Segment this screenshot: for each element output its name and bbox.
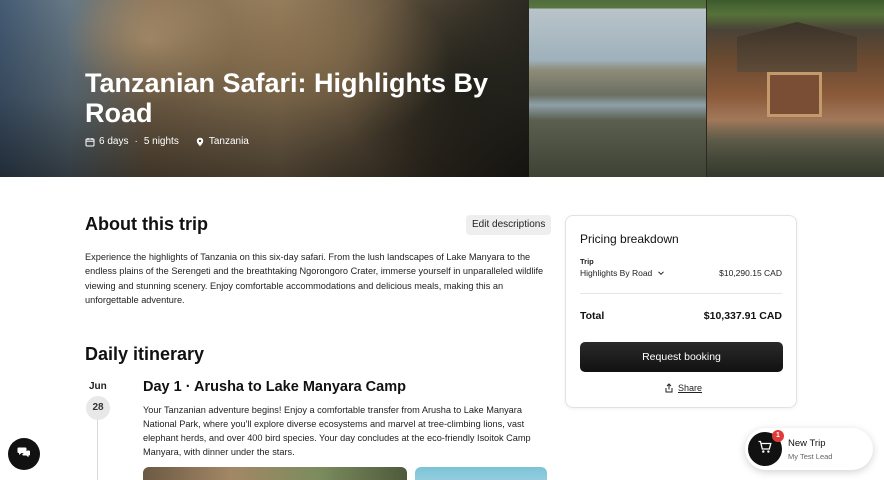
trip-meta: 6 days · 5 nights Tanzania [85, 136, 249, 147]
day-photo-2[interactable] [415, 467, 547, 480]
cart-icon [757, 439, 773, 460]
chevron-down-icon [657, 269, 665, 277]
total-value: $10,337.91 CAD [703, 310, 782, 322]
hero-image-camp[interactable] [707, 0, 884, 177]
about-description: Experience the highlights of Tanzania on… [85, 252, 544, 305]
trip-cart-widget[interactable]: 1 New Trip My Test Lead [745, 428, 873, 470]
trip-price: $10,290.15 CAD [719, 268, 782, 278]
hero-banner: Tanzanian Safari: Highlights By Road 6 d… [0, 0, 884, 177]
trip-nights: 5 nights [143, 136, 179, 147]
share-icon [664, 383, 674, 393]
itinerary-heading: Daily itinerary [85, 344, 205, 364]
meta-separator: · [134, 136, 138, 147]
day-month: Jun [89, 381, 107, 392]
divider [580, 293, 782, 294]
page-title: Tanzanian Safari: Highlights By Road [85, 68, 489, 128]
trip-days: 6 days [99, 136, 129, 147]
hero-image-lake[interactable] [529, 0, 706, 177]
trip-selector[interactable]: Highlights By Road [580, 268, 665, 278]
day-title: Day 1 · Arusha to Lake Manyara Camp [143, 379, 406, 395]
day-photo-1[interactable] [143, 467, 407, 480]
request-booking-button[interactable]: Request booking [580, 342, 783, 372]
total-label: Total [580, 310, 605, 322]
pricing-card: Pricing breakdown Trip Highlights By Roa… [565, 215, 797, 408]
calendar-icon [85, 137, 95, 147]
chat-icon [17, 445, 31, 464]
about-heading: About this trip [85, 214, 208, 234]
share-label: Share [678, 383, 703, 393]
pricing-heading: Pricing breakdown [580, 232, 679, 246]
location-pin-icon [195, 137, 205, 147]
trip-location: Tanzania [208, 136, 249, 147]
chat-button[interactable] [8, 438, 40, 470]
day-date-badge: 28 [86, 396, 110, 420]
trip-selector-value: Highlights By Road [580, 268, 653, 278]
trip-widget-title: New Trip [788, 438, 826, 449]
timeline-line [97, 420, 98, 480]
edit-descriptions-button[interactable]: Edit descriptions [466, 215, 552, 235]
share-link[interactable]: Share [664, 383, 702, 393]
tent-shape [737, 22, 857, 72]
tent-door-shape [767, 72, 822, 117]
trip-widget-subtitle: My Test Lead [788, 452, 833, 461]
cart-count-badge: 1 [772, 430, 784, 442]
trip-label: Trip [580, 257, 594, 266]
day-description: Your Tanzanian adventure begins! Enjoy a… [143, 405, 531, 457]
